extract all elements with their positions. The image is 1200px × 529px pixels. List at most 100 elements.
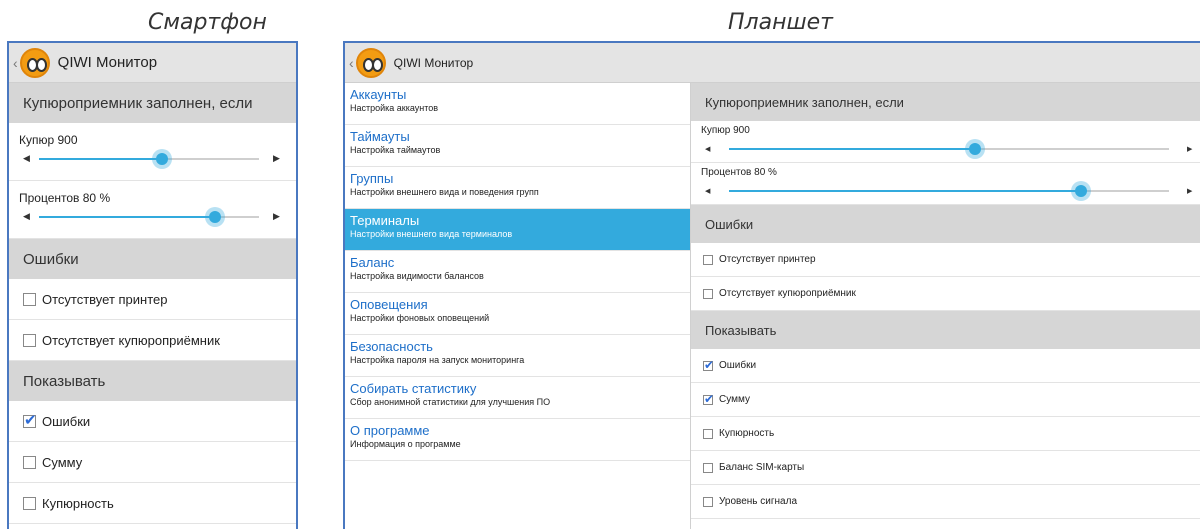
percent-slider-label: Процентов 80 % xyxy=(701,167,777,178)
section-header-errors: Ошибки xyxy=(691,205,1200,243)
checkbox-label: Купюрность xyxy=(719,428,775,439)
menu-item[interactable]: Безопасность Настройка пароля на запуск м… xyxy=(345,335,690,377)
checkbox-row[interactable]: Отсутствует купюроприёмник xyxy=(9,320,296,361)
checkbox-unchecked-icon[interactable] xyxy=(703,254,713,265)
slider-right-arrow-icon[interactable]: ▶ xyxy=(273,211,280,222)
bill-slider-label: Купюр 900 xyxy=(701,125,750,136)
app-title: QIWI Монитор xyxy=(393,55,474,70)
app-bar: ‹ QIWI Монитор xyxy=(345,43,1200,83)
slider-right-arrow-icon[interactable]: ▶ xyxy=(273,153,280,164)
checkbox-unchecked-icon[interactable] xyxy=(703,496,713,507)
checkbox-label: Сумму xyxy=(42,454,83,470)
checkbox-row[interactable]: Отсутствует купюроприёмник xyxy=(691,277,1200,311)
slider-thumb[interactable] xyxy=(205,207,225,227)
slider-thumb[interactable] xyxy=(1071,181,1091,201)
checkbox-row[interactable]: Уровень сигнала xyxy=(691,485,1200,519)
checkbox-row[interactable]: Сумму xyxy=(691,383,1200,417)
checkbox-unchecked-icon[interactable] xyxy=(703,288,713,299)
slider-left-arrow-icon[interactable]: ◀ xyxy=(23,211,30,222)
checkbox-checked-icon[interactable] xyxy=(703,358,714,372)
checkbox-label: Купюрность xyxy=(42,495,114,511)
slider-left-arrow-icon[interactable]: ◀ xyxy=(23,153,30,164)
checkbox-unchecked-icon[interactable] xyxy=(23,455,36,469)
slider-left-arrow-icon[interactable]: ◀ xyxy=(705,187,710,195)
menu-item-subtitle: Настройки фоновых оповещений xyxy=(350,313,490,323)
checkbox-checked-icon[interactable] xyxy=(703,392,714,406)
checkbox-label: Отсутствует принтер xyxy=(42,291,168,307)
back-icon[interactable]: ‹ xyxy=(349,55,354,71)
menu-item[interactable]: Терминалы Настройки внешнего вида термина… xyxy=(345,209,690,251)
settings-detail: Купюроприемник заполнен, если Купюр 900 … xyxy=(691,83,1200,529)
slider-fill xyxy=(39,216,215,218)
checkbox-label: Отсутствует принтер xyxy=(719,254,816,265)
percent-slider[interactable]: Процентов 80 % ◀ ▶ xyxy=(9,181,296,239)
menu-item-title: Собирать статистику xyxy=(350,381,477,396)
menu-item-title: Аккаунты xyxy=(350,87,407,102)
checkbox-label: Ошибки xyxy=(42,413,91,429)
checkbox-unchecked-icon[interactable] xyxy=(23,292,36,306)
menu-item-subtitle: Информация о программе xyxy=(350,439,461,449)
checkbox-label: Ошибки xyxy=(719,360,757,371)
percent-slider-label: Процентов 80 % xyxy=(19,191,111,205)
slider-left-arrow-icon[interactable]: ◀ xyxy=(705,145,710,153)
menu-item[interactable]: О программе Информация о программе xyxy=(345,419,690,461)
back-icon[interactable]: ‹ xyxy=(13,55,18,71)
percent-slider[interactable]: Процентов 80 % ◀ ▶ xyxy=(691,163,1200,205)
menu-item-title: Оповещения xyxy=(350,297,428,312)
checkbox-unchecked-icon[interactable] xyxy=(703,428,713,439)
menu-item[interactable]: Оповещения Настройки фоновых оповещений xyxy=(345,293,690,335)
app-title: QIWI Монитор xyxy=(57,54,158,71)
bill-slider[interactable]: Купюр 900 ◀ ▶ xyxy=(691,121,1200,163)
phone-screen: ‹ QIWI Монитор Купюроприемник заполнен, … xyxy=(7,41,298,529)
checkbox-label: Отсутствует купюроприёмник xyxy=(719,288,856,299)
menu-item-title: Терминалы xyxy=(350,213,420,228)
menu-item[interactable]: Аккаунты Настройка аккаунтов xyxy=(345,83,690,125)
qiwi-logo-icon xyxy=(19,47,50,78)
checkbox-row[interactable]: Купюрность xyxy=(9,483,296,524)
checkbox-unchecked-icon[interactable] xyxy=(23,333,36,347)
slider-track[interactable] xyxy=(39,149,259,169)
section-header-bill: Купюроприемник заполнен, если xyxy=(9,83,296,123)
slider-track[interactable] xyxy=(729,181,1169,201)
phone-show-list: Ошибки Сумму Купюрность xyxy=(9,401,296,524)
slider-thumb[interactable] xyxy=(965,139,986,159)
slider-track[interactable] xyxy=(729,139,1169,159)
checkbox-row[interactable]: Ошибки xyxy=(691,349,1200,383)
checkbox-row[interactable]: Отсутствует принтер xyxy=(691,243,1200,277)
slider-track[interactable] xyxy=(39,207,259,227)
slider-fill xyxy=(729,148,976,150)
tablet-errors-list: Отсутствует принтер Отсутствует купюропри… xyxy=(691,243,1200,311)
menu-item-title: Баланс xyxy=(350,255,395,270)
checkbox-unchecked-icon[interactable] xyxy=(23,496,36,510)
menu-item[interactable]: Баланс Настройка видимости балансов xyxy=(345,251,690,293)
menu-item[interactable]: Таймауты Настройка таймаутов xyxy=(345,125,690,167)
menu-item[interactable]: Собирать статистику Сбор анонимной статис… xyxy=(345,377,690,419)
slider-fill xyxy=(39,158,163,160)
slider-fill xyxy=(729,190,1081,192)
checkbox-label: Баланс SIM-карты xyxy=(719,462,805,473)
checkbox-checked-icon[interactable] xyxy=(23,411,37,429)
checkbox-label: Уровень сигнала xyxy=(719,496,798,507)
bill-slider[interactable]: Купюр 900 ◀ ▶ xyxy=(9,123,296,181)
phone-errors-list: Отсутствует принтер Отсутствует купюропри… xyxy=(9,279,296,361)
slider-right-arrow-icon[interactable]: ▶ xyxy=(1187,145,1192,153)
menu-item[interactable]: Группы Настройки внешнего вида и поведени… xyxy=(345,167,690,209)
section-header-show: Показывать xyxy=(9,361,296,401)
checkbox-row[interactable]: Ошибки xyxy=(9,401,296,442)
qiwi-logo-icon xyxy=(355,47,386,78)
tablet-caption: Планшет xyxy=(728,10,833,35)
menu-item-subtitle: Настройка видимости балансов xyxy=(350,271,484,281)
menu-item-title: Группы xyxy=(350,171,394,186)
checkbox-row[interactable]: Баланс SIM-карты xyxy=(691,451,1200,485)
checkbox-unchecked-icon[interactable] xyxy=(703,462,713,473)
checkbox-row[interactable]: Сумму xyxy=(9,442,296,483)
menu-item-title: О программе xyxy=(350,423,430,438)
checkbox-row[interactable]: Купюрность xyxy=(691,417,1200,451)
slider-thumb[interactable] xyxy=(152,149,173,169)
menu-item-subtitle: Сбор анонимной статистики для улучшения … xyxy=(350,397,551,407)
menu-item-title: Безопасность xyxy=(350,339,433,354)
section-header-show: Показывать xyxy=(691,311,1200,349)
slider-right-arrow-icon[interactable]: ▶ xyxy=(1187,187,1192,195)
menu-item-subtitle: Настройка пароля на запуск мониторинга xyxy=(350,355,525,365)
checkbox-row[interactable]: Отсутствует принтер xyxy=(9,279,296,320)
